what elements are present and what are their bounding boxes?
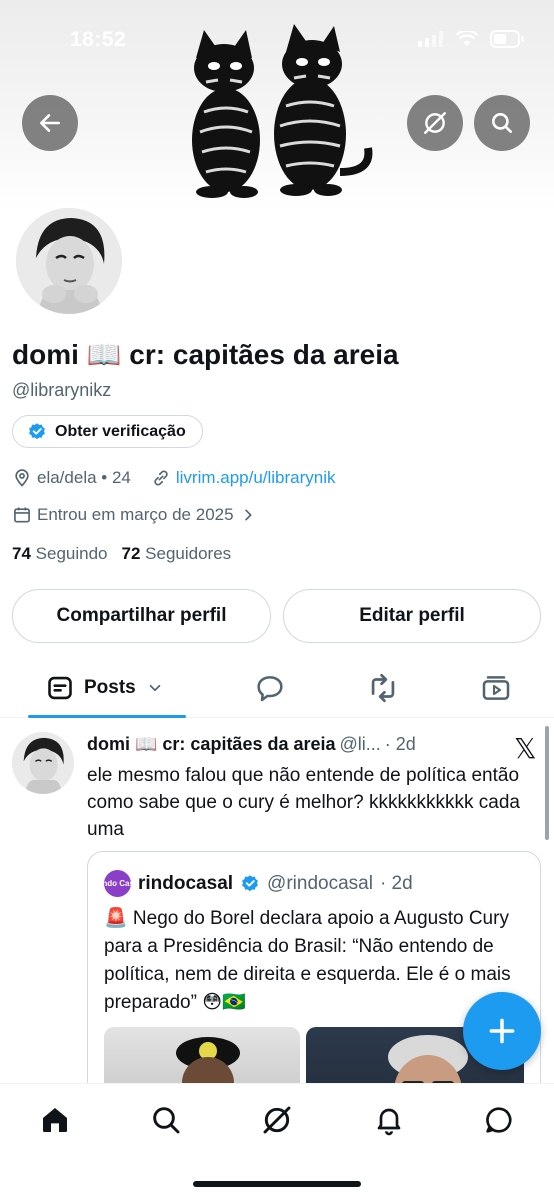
back-button[interactable] bbox=[22, 95, 78, 151]
calendar-icon bbox=[14, 507, 30, 523]
tweet-text: ele mesmo falou que não entende de polít… bbox=[87, 765, 520, 840]
nav-notifications[interactable] bbox=[371, 1102, 407, 1138]
tweet-author-handle[interactable]: @li... bbox=[340, 734, 381, 755]
repost-icon bbox=[371, 673, 395, 703]
verified-badge-icon bbox=[242, 874, 258, 891]
get-verified-label: Obter verificação bbox=[55, 422, 186, 440]
pronouns-age: ela/dela • 24 bbox=[37, 468, 131, 487]
joined-row[interactable]: Entrou em março de 2025 bbox=[12, 505, 261, 525]
display-name: domi 📖 cr: capitães da areia bbox=[12, 339, 399, 370]
tweet-avatar[interactable] bbox=[12, 732, 74, 794]
chevron-down-icon bbox=[149, 684, 161, 692]
tab-media[interactable] bbox=[480, 660, 512, 716]
verified-badge-icon bbox=[29, 422, 45, 439]
home-indicator bbox=[193, 1181, 361, 1187]
get-verified-button[interactable]: Obter verificação bbox=[12, 415, 203, 448]
avatar-portrait bbox=[12, 732, 74, 794]
quoted-media-image[interactable] bbox=[104, 1027, 300, 1088]
status-time: 18:52 bbox=[70, 28, 127, 51]
profile-meta-row: ela/dela • 24 livrim.app/u/librarynik bbox=[12, 468, 336, 488]
quoted-tweet-header: Rindo Casal rindocasal @rindocasal · 2d bbox=[94, 870, 413, 897]
nav-messages[interactable] bbox=[481, 1102, 517, 1138]
chevron-right-icon bbox=[244, 509, 252, 521]
arrow-left-icon bbox=[40, 114, 60, 132]
media-icon bbox=[482, 676, 510, 700]
quoted-author-handle[interactable]: @rindocasal bbox=[267, 873, 373, 895]
tweet-header: domi 📖 cr: capitães da areia @li... · 2d bbox=[87, 734, 416, 755]
battery-icon bbox=[490, 30, 524, 48]
share-profile-button[interactable]: Compartilhar perfil bbox=[12, 589, 271, 643]
quoted-time: · 2d bbox=[379, 872, 413, 894]
x-logo-icon: 𝕏 bbox=[514, 733, 537, 764]
signal-icon bbox=[418, 31, 443, 47]
followers-label: Seguidores bbox=[145, 544, 232, 563]
bell-icon bbox=[377, 1108, 401, 1136]
tab-posts[interactable]: Posts bbox=[46, 660, 164, 716]
nav-home[interactable] bbox=[37, 1102, 73, 1138]
tab-posts-label: Posts bbox=[84, 677, 136, 698]
quoted-avatar[interactable]: Rindo Casal bbox=[94, 870, 141, 897]
nav-search[interactable] bbox=[148, 1102, 184, 1138]
user-handle: @librarynikz bbox=[12, 380, 112, 400]
media-photo bbox=[176, 1037, 240, 1088]
wifi-icon bbox=[456, 31, 478, 46]
quoted-tweet-text: 🚨 Nego do Borel declara apoio a Augusto … bbox=[104, 908, 511, 1013]
quoted-author-name[interactable]: rindocasal bbox=[138, 873, 233, 895]
avatar-portrait bbox=[16, 208, 122, 314]
joined-date: Entrou em março de 2025 bbox=[37, 505, 234, 524]
grok-icon bbox=[424, 112, 446, 134]
search-button[interactable] bbox=[474, 95, 530, 151]
search-icon bbox=[492, 113, 512, 133]
plus-icon bbox=[489, 1018, 515, 1044]
follow-stats: 74 Seguindo 72 Seguidores bbox=[12, 544, 231, 564]
posts-icon bbox=[48, 676, 72, 700]
tweet-author-name[interactable]: domi 📖 cr: capitães da areia bbox=[87, 734, 336, 755]
profile-tabs: Posts bbox=[0, 660, 554, 718]
search-icon bbox=[153, 1107, 180, 1134]
location-pin-icon bbox=[15, 469, 29, 487]
compose-button[interactable] bbox=[463, 992, 541, 1070]
link-icon bbox=[154, 470, 168, 486]
message-bubble-icon bbox=[486, 1107, 512, 1133]
tab-reposts[interactable] bbox=[366, 660, 400, 716]
nav-grok[interactable] bbox=[259, 1102, 295, 1138]
profile-avatar[interactable] bbox=[12, 204, 126, 318]
edit-profile-button[interactable]: Editar perfil bbox=[283, 589, 541, 643]
following-link[interactable]: 74 Seguindo bbox=[12, 544, 108, 564]
grok-icon bbox=[263, 1106, 291, 1134]
followers-link[interactable]: 72 Seguidores bbox=[122, 544, 232, 564]
tab-replies[interactable] bbox=[254, 660, 286, 716]
banner-cats-illustration bbox=[192, 24, 373, 198]
website-link[interactable]: livrim.app/u/librarynik bbox=[176, 468, 336, 488]
following-label: Seguindo bbox=[35, 544, 108, 563]
following-count: 74 bbox=[12, 544, 31, 563]
profile-banner[interactable]: 18:52 bbox=[0, 0, 554, 212]
tweet-time: · 2d bbox=[384, 734, 416, 754]
followers-count: 72 bbox=[121, 544, 141, 563]
reply-bubble-icon bbox=[257, 676, 283, 702]
scrollbar[interactable] bbox=[545, 726, 549, 840]
home-icon bbox=[43, 1108, 67, 1132]
status-icons bbox=[418, 30, 524, 48]
grok-button[interactable] bbox=[407, 95, 463, 151]
